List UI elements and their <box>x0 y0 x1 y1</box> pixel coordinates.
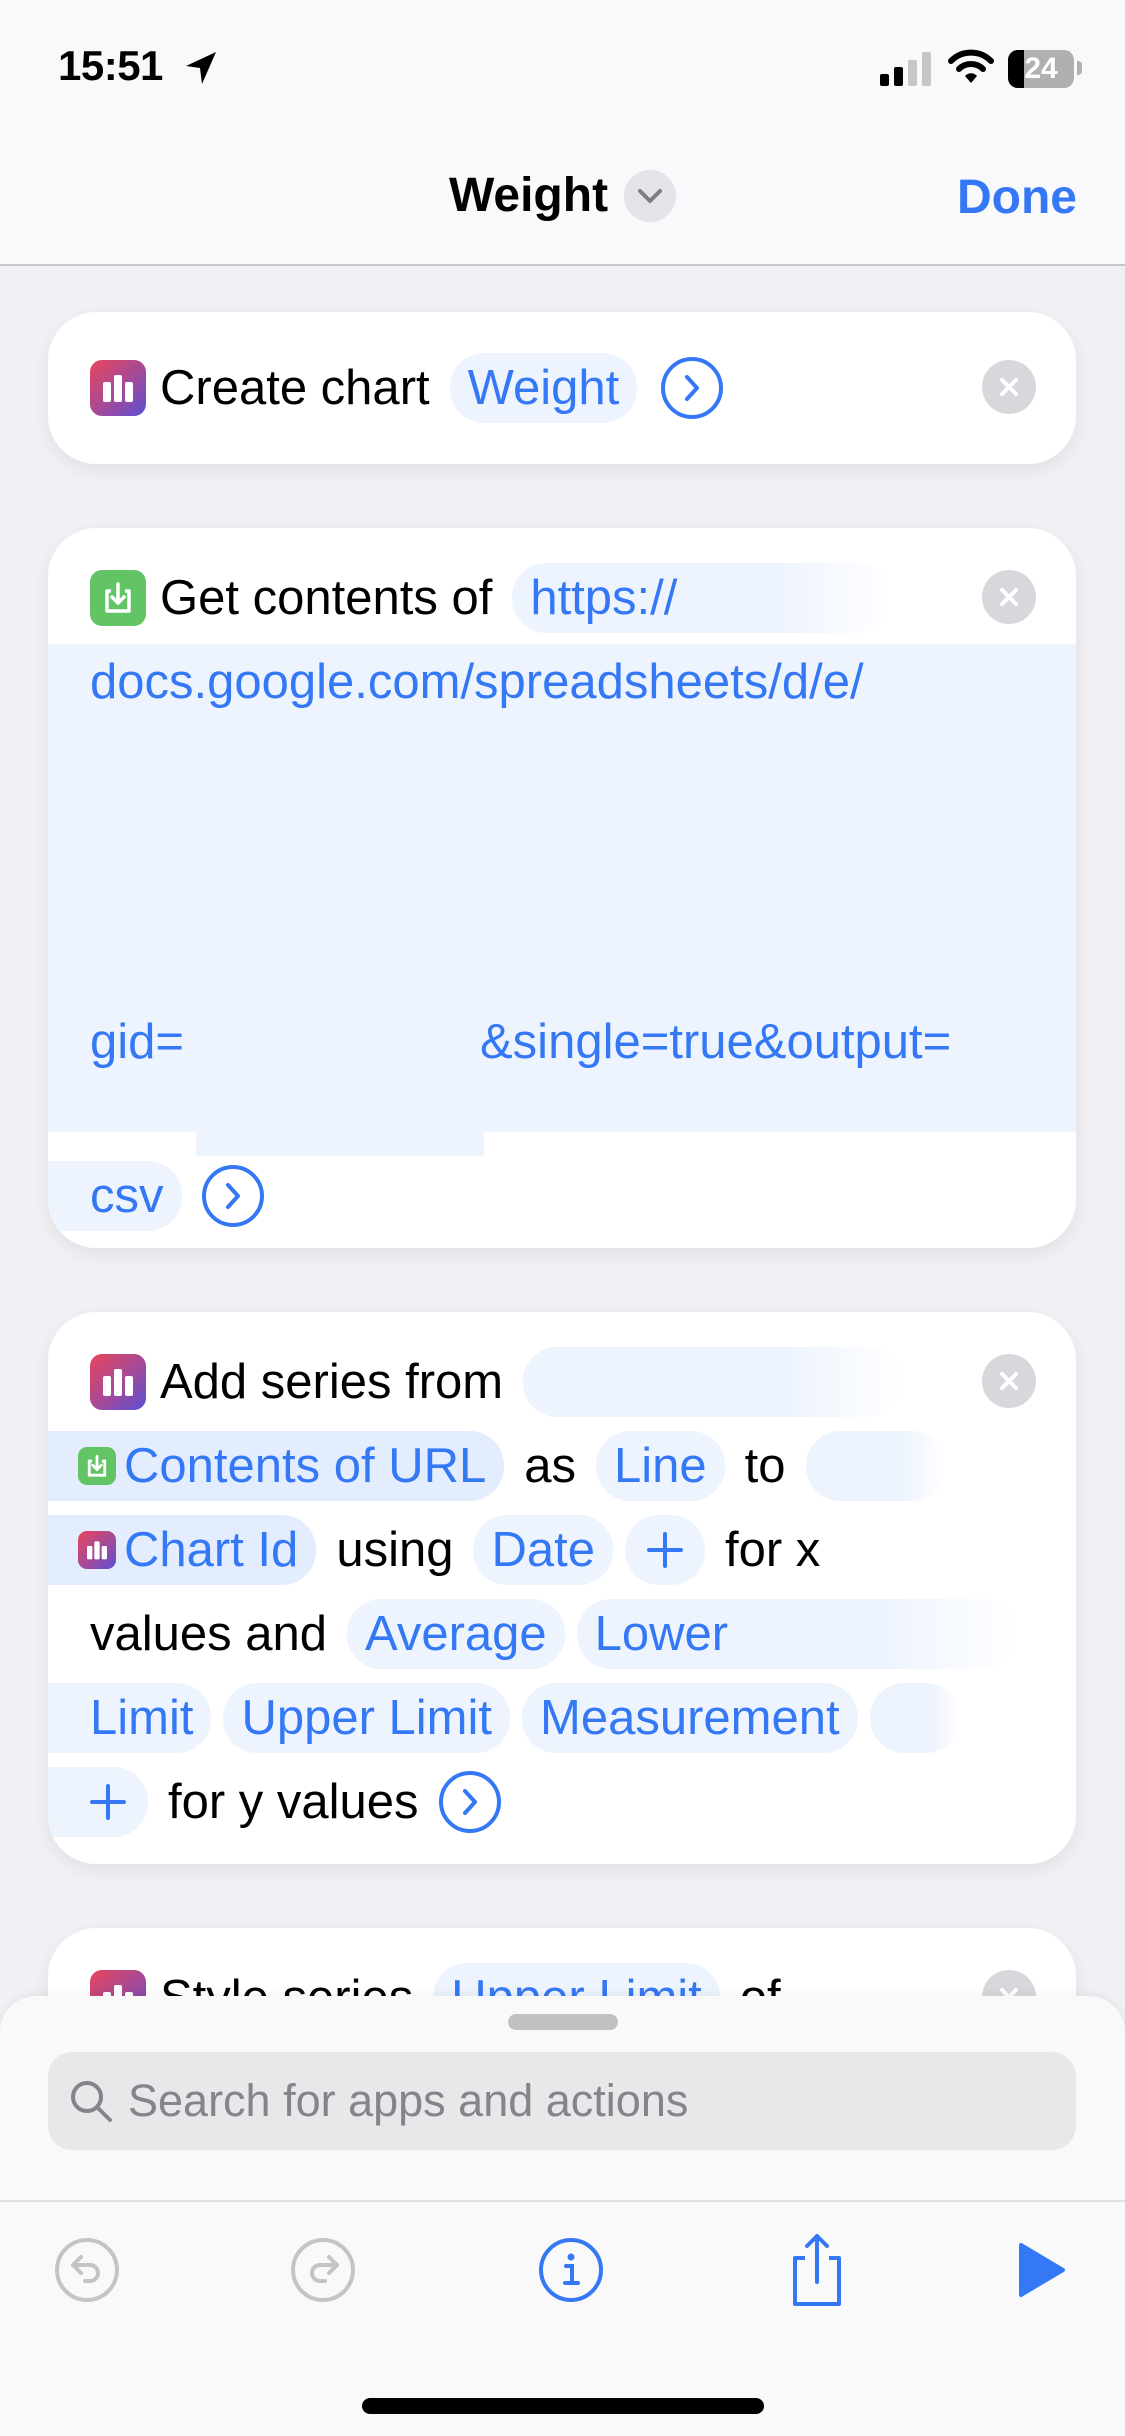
plus-icon <box>646 1532 683 1568</box>
wifi-icon <box>948 49 994 83</box>
plus-icon <box>90 1784 126 1820</box>
chevron-down-icon[interactable] <box>624 169 677 222</box>
input-variable-contents-of-url[interactable]: Contents of URL <box>48 1431 505 1501</box>
action-add-series[interactable]: Add series from Contents of URL as Line … <box>48 1312 1076 1864</box>
expand-chevron-icon[interactable] <box>661 357 724 419</box>
action-label: Get contents of <box>160 571 493 625</box>
y-field-overflow[interactable] <box>869 1683 960 1753</box>
location-arrow-icon <box>186 52 216 84</box>
url-line-host: docs.google.com/spreadsheets/d/e/ <box>90 655 864 709</box>
cellular-signal-icon <box>880 52 931 86</box>
add-series-field-empty[interactable] <box>523 1347 904 1417</box>
action-get-contents-of-url[interactable]: Get contents of https:// docs.google.com… <box>48 528 1076 1248</box>
top-bar: 15:51 24 Weight Done <box>0 0 1125 266</box>
battery-percent: 24 <box>1024 52 1058 85</box>
done-button[interactable]: Done <box>957 170 1077 225</box>
chart-bars-icon <box>78 1531 116 1569</box>
chart-bars-icon <box>90 360 146 416</box>
url-line-gid: gid= <box>90 1015 185 1069</box>
info-button[interactable] <box>536 2232 606 2308</box>
redacted-region <box>196 1088 484 1156</box>
action-label: Add series from <box>160 1355 504 1409</box>
remove-action-icon[interactable] <box>982 570 1036 624</box>
chart-name-param[interactable]: Weight <box>449 353 638 423</box>
home-indicator[interactable] <box>362 2398 764 2414</box>
values-and-text: values and <box>90 1607 328 1661</box>
as-text: as <box>524 1439 577 1493</box>
action-create-chart[interactable]: Create chart Weight <box>48 312 1076 464</box>
for-x-text: for x <box>724 1523 821 1577</box>
using-text: using <box>336 1523 454 1577</box>
battery-indicator: 24 <box>1008 50 1074 88</box>
chart-variable-chart-id[interactable]: Chart Id <box>48 1515 317 1585</box>
add-y-field-button[interactable] <box>48 1767 148 1837</box>
info-icon <box>539 2238 603 2302</box>
search-bar[interactable] <box>48 2052 1076 2150</box>
url-field-end[interactable]: csv <box>48 1161 182 1231</box>
series-type-param[interactable]: Line <box>596 1431 725 1501</box>
expand-chevron-icon[interactable] <box>438 1771 501 1833</box>
y-field-upper-limit[interactable]: Upper Limit <box>223 1683 510 1753</box>
chart-bars-icon <box>90 1354 146 1410</box>
share-icon <box>793 2234 841 2306</box>
download-icon <box>78 1447 116 1485</box>
remove-action-icon[interactable] <box>982 1354 1036 1408</box>
shortcut-title-label: Weight <box>448 169 609 222</box>
add-x-field-button[interactable] <box>624 1515 705 1585</box>
play-icon <box>1019 2243 1065 2297</box>
y-field-lower-limit-start[interactable]: Lower <box>576 1599 1017 1669</box>
for-y-values-text: for y values <box>168 1775 419 1829</box>
action-label: Create chart <box>160 361 430 415</box>
action-search-sheet <box>0 1996 1125 2436</box>
run-button[interactable] <box>1006 2232 1076 2308</box>
search-input[interactable] <box>128 2075 1076 2127</box>
redo-button[interactable] <box>288 2232 358 2308</box>
chart-variable-label: Chart Id <box>124 1523 299 1577</box>
to-field-empty[interactable] <box>805 1431 946 1501</box>
y-field-measurement[interactable]: Measurement <box>522 1683 858 1753</box>
editor-toolbar <box>0 2202 1125 2332</box>
undo-icon <box>55 2238 119 2302</box>
undo-button[interactable] <box>52 2232 122 2308</box>
redo-icon <box>291 2238 355 2302</box>
url-field-start[interactable]: https:// <box>512 563 893 633</box>
url-field[interactable]: docs.google.com/spreadsheets/d/e/ gid= &… <box>48 644 1076 1132</box>
x-field-param[interactable]: Date <box>473 1515 613 1585</box>
download-icon <box>90 570 146 626</box>
url-line-params: &single=true&output= <box>480 1015 952 1069</box>
y-field-lower-limit-end[interactable]: Limit <box>48 1683 212 1753</box>
battery-nub <box>1077 61 1082 75</box>
share-button[interactable] <box>782 2232 852 2308</box>
expand-chevron-icon[interactable] <box>201 1165 264 1227</box>
remove-action-icon[interactable] <box>982 360 1036 414</box>
input-variable-label: Contents of URL <box>124 1439 487 1493</box>
to-text: to <box>744 1439 786 1493</box>
search-icon <box>71 2081 112 2122</box>
status-time: 15:51 <box>58 42 163 89</box>
y-field-average[interactable]: Average <box>347 1599 565 1669</box>
sheet-grabber[interactable] <box>508 2014 618 2030</box>
